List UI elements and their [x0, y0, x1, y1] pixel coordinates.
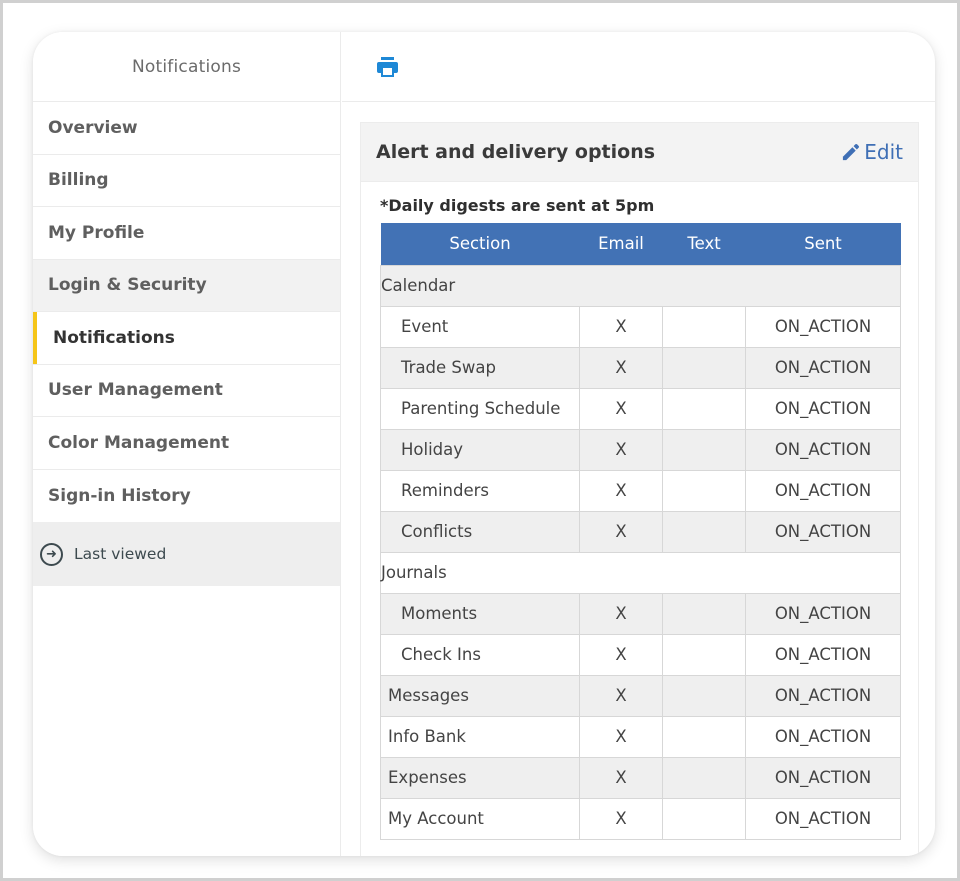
- section-cell: Trade Swap: [380, 346, 580, 389]
- email-cell: X: [579, 674, 663, 717]
- sidebar-item-notifications[interactable]: Notifications: [33, 312, 340, 365]
- edit-button[interactable]: Edit: [841, 140, 903, 164]
- sidebar-item-my-profile[interactable]: My Profile: [33, 207, 340, 260]
- email-cell: X: [579, 510, 663, 553]
- sent-cell: ON_ACTION: [745, 305, 901, 348]
- group-label: Calendar: [380, 264, 901, 307]
- table-group-row: Journals: [380, 551, 901, 594]
- sidebar: Notifications Overview Billing My Profil…: [33, 32, 341, 856]
- column-header-section: Section: [380, 223, 580, 265]
- sent-cell: ON_ACTION: [745, 715, 901, 758]
- text-cell: [662, 592, 746, 635]
- section-cell: My Account: [380, 797, 580, 840]
- table-row: Trade Swap X ON_ACTION: [380, 346, 901, 389]
- alert-delivery-panel: Alert and delivery options Edit *Daily d…: [360, 122, 919, 856]
- text-cell: [662, 756, 746, 799]
- group-label: Journals: [380, 551, 901, 594]
- arrow-circle-right-icon: ➜: [40, 542, 63, 566]
- window-frame: Notifications Overview Billing My Profil…: [0, 0, 960, 881]
- sent-cell: ON_ACTION: [745, 346, 901, 389]
- email-cell: X: [579, 797, 663, 840]
- text-cell: [662, 428, 746, 471]
- email-cell: X: [579, 592, 663, 635]
- sent-cell: ON_ACTION: [745, 756, 901, 799]
- text-cell: [662, 674, 746, 717]
- sidebar-item-color-management[interactable]: Color Management: [33, 417, 340, 470]
- main-content: Alert and delivery options Edit *Daily d…: [342, 32, 935, 856]
- section-cell: Expenses: [380, 756, 580, 799]
- sent-cell: ON_ACTION: [745, 428, 901, 471]
- sent-cell: ON_ACTION: [745, 797, 901, 840]
- sidebar-item-user-management[interactable]: User Management: [33, 364, 340, 417]
- section-cell: Info Bank: [380, 715, 580, 758]
- sidebar-item-login-security[interactable]: Login & Security: [33, 259, 340, 312]
- table-row: Event X ON_ACTION: [380, 305, 901, 348]
- sidebar-item-sign-in-history[interactable]: Sign-in History: [33, 469, 340, 522]
- notification-table: Section Email Text Sent Calendar Event X ON…: [380, 223, 901, 840]
- column-header-sent: Sent: [745, 223, 901, 265]
- email-cell: X: [579, 305, 663, 348]
- table-row: Conflicts X ON_ACTION: [380, 510, 901, 553]
- main-toolbar: [342, 32, 935, 102]
- last-viewed-button[interactable]: ➜ Last viewed: [33, 522, 340, 586]
- column-header-text: Text: [662, 223, 746, 265]
- table-body: Calendar Event X ON_ACTION Trade Swap X ON_ACT…: [380, 264, 901, 840]
- sidebar-title: Notifications: [33, 32, 340, 102]
- section-cell: Messages: [380, 674, 580, 717]
- sent-cell: ON_ACTION: [745, 510, 901, 553]
- section-cell: Holiday: [380, 428, 580, 471]
- panel-header: Alert and delivery options Edit: [361, 123, 918, 182]
- section-cell: Moments: [380, 592, 580, 635]
- sidebar-item-overview[interactable]: Overview: [33, 102, 340, 155]
- table-row: My Account X ON_ACTION: [380, 797, 901, 840]
- text-cell: [662, 510, 746, 553]
- email-cell: X: [579, 469, 663, 512]
- sent-cell: ON_ACTION: [745, 387, 901, 430]
- section-cell: Check Ins: [380, 633, 580, 676]
- settings-card: Notifications Overview Billing My Profil…: [33, 32, 935, 856]
- text-cell: [662, 305, 746, 348]
- email-cell: X: [579, 715, 663, 758]
- text-cell: [662, 715, 746, 758]
- section-cell: Reminders: [380, 469, 580, 512]
- table-header-row: Section Email Text Sent: [380, 223, 901, 265]
- email-cell: X: [579, 633, 663, 676]
- table-row: Moments X ON_ACTION: [380, 592, 901, 635]
- text-cell: [662, 633, 746, 676]
- print-icon[interactable]: [376, 56, 399, 78]
- section-cell: Parenting Schedule: [380, 387, 580, 430]
- last-viewed-label: Last viewed: [74, 545, 167, 563]
- table-row: Messages X ON_ACTION: [380, 674, 901, 717]
- email-cell: X: [579, 387, 663, 430]
- table-row: Parenting Schedule X ON_ACTION: [380, 387, 901, 430]
- digest-note: *Daily digests are sent at 5pm: [380, 196, 655, 215]
- sidebar-nav: Overview Billing My Profile Login & Secu…: [33, 102, 340, 522]
- email-cell: X: [579, 346, 663, 389]
- table-row: Check Ins X ON_ACTION: [380, 633, 901, 676]
- table-row: Info Bank X ON_ACTION: [380, 715, 901, 758]
- sent-cell: ON_ACTION: [745, 592, 901, 635]
- pencil-icon: [843, 143, 860, 160]
- table-row: Reminders X ON_ACTION: [380, 469, 901, 512]
- section-cell: Event: [380, 305, 580, 348]
- table-group-row: Calendar: [380, 264, 901, 307]
- text-cell: [662, 797, 746, 840]
- sent-cell: ON_ACTION: [745, 674, 901, 717]
- sent-cell: ON_ACTION: [745, 633, 901, 676]
- text-cell: [662, 469, 746, 512]
- email-cell: X: [579, 756, 663, 799]
- text-cell: [662, 387, 746, 430]
- table-row: Expenses X ON_ACTION: [380, 756, 901, 799]
- section-cell: Conflicts: [380, 510, 580, 553]
- sidebar-item-billing[interactable]: Billing: [33, 154, 340, 207]
- panel-title: Alert and delivery options: [376, 141, 656, 163]
- column-header-email: Email: [579, 223, 663, 265]
- email-cell: X: [579, 428, 663, 471]
- edit-label: Edit: [864, 140, 903, 164]
- sent-cell: ON_ACTION: [745, 469, 901, 512]
- text-cell: [662, 346, 746, 389]
- table-row: Holiday X ON_ACTION: [380, 428, 901, 471]
